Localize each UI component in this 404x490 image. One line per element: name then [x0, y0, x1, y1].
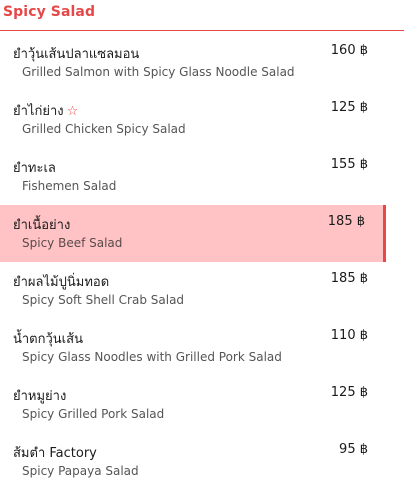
- item-english-name: Spicy Beef Salad: [22, 236, 123, 250]
- item-english-name: Spicy Glass Noodles with Grilled Pork Sa…: [22, 350, 282, 364]
- menu-item[interactable]: ยำทะเล Fishemen Salad 155 ฿: [0, 148, 404, 205]
- item-thai-name: ส้มตำ Factory: [13, 446, 97, 461]
- menu-item[interactable]: น้ำตกวุ้นเส้น Spicy Glass Noodles with G…: [0, 319, 404, 376]
- star-icon: ☆: [66, 104, 79, 119]
- item-thai-name: ยำทะเล: [13, 161, 56, 176]
- item-price: 95 ฿: [339, 442, 368, 457]
- item-english-name: Grilled Chicken Spicy Salad: [22, 122, 186, 136]
- section-header: Spicy Salad: [0, 0, 404, 31]
- item-thai-name: ยำเนื้อย่าง: [13, 218, 71, 233]
- item-price: 125 ฿: [330, 385, 368, 400]
- menu-item[interactable]: ส้มตำ Factory Spicy Papaya Salad 95 ฿: [0, 433, 404, 490]
- item-price: 185 ฿: [330, 271, 368, 286]
- item-price: 185 ฿: [327, 214, 365, 229]
- item-thai-name: ยำผลไม้ปูนิ่มทอด: [13, 275, 110, 290]
- menu-item[interactable]: ยำวุ้นเส้นปลาแซลมอน Grilled Salmon with …: [0, 34, 404, 91]
- item-thai-name: ยำหมูย่าง: [13, 389, 67, 404]
- item-price: 160 ฿: [330, 43, 368, 58]
- item-price: 155 ฿: [330, 157, 368, 172]
- item-thai-name-wrap: ยำไก่ย่าง ☆: [13, 100, 78, 121]
- item-thai-name: น้ำตกวุ้นเส้น: [13, 332, 83, 347]
- section-title: Spicy Salad: [3, 4, 96, 20]
- item-english-name: Spicy Grilled Pork Salad: [22, 407, 165, 421]
- item-thai-name: ยำวุ้นเส้นปลาแซลมอน: [13, 47, 140, 62]
- item-price: 125 ฿: [330, 100, 368, 115]
- menu-item[interactable]: ยำหมูย่าง Spicy Grilled Pork Salad 125 ฿: [0, 376, 404, 433]
- menu-item[interactable]: ยำผลไม้ปูนิ่มทอด Spicy Soft Shell Crab S…: [0, 262, 404, 319]
- item-english-name: Spicy Soft Shell Crab Salad: [22, 293, 185, 307]
- menu-item-selected[interactable]: ยำเนื้อย่าง Spicy Beef Salad 185 ฿: [0, 205, 386, 262]
- item-thai-name: ยำไก่ย่าง: [13, 104, 64, 119]
- item-english-name: Fishemen Salad: [22, 179, 117, 193]
- menu-item[interactable]: ยำไก่ย่าง ☆ Grilled Chicken Spicy Salad 1…: [0, 91, 404, 148]
- item-english-name: Spicy Papaya Salad: [22, 464, 139, 478]
- item-price: 110 ฿: [330, 328, 368, 343]
- item-english-name: Grilled Salmon with Spicy Glass Noodle S…: [22, 65, 295, 79]
